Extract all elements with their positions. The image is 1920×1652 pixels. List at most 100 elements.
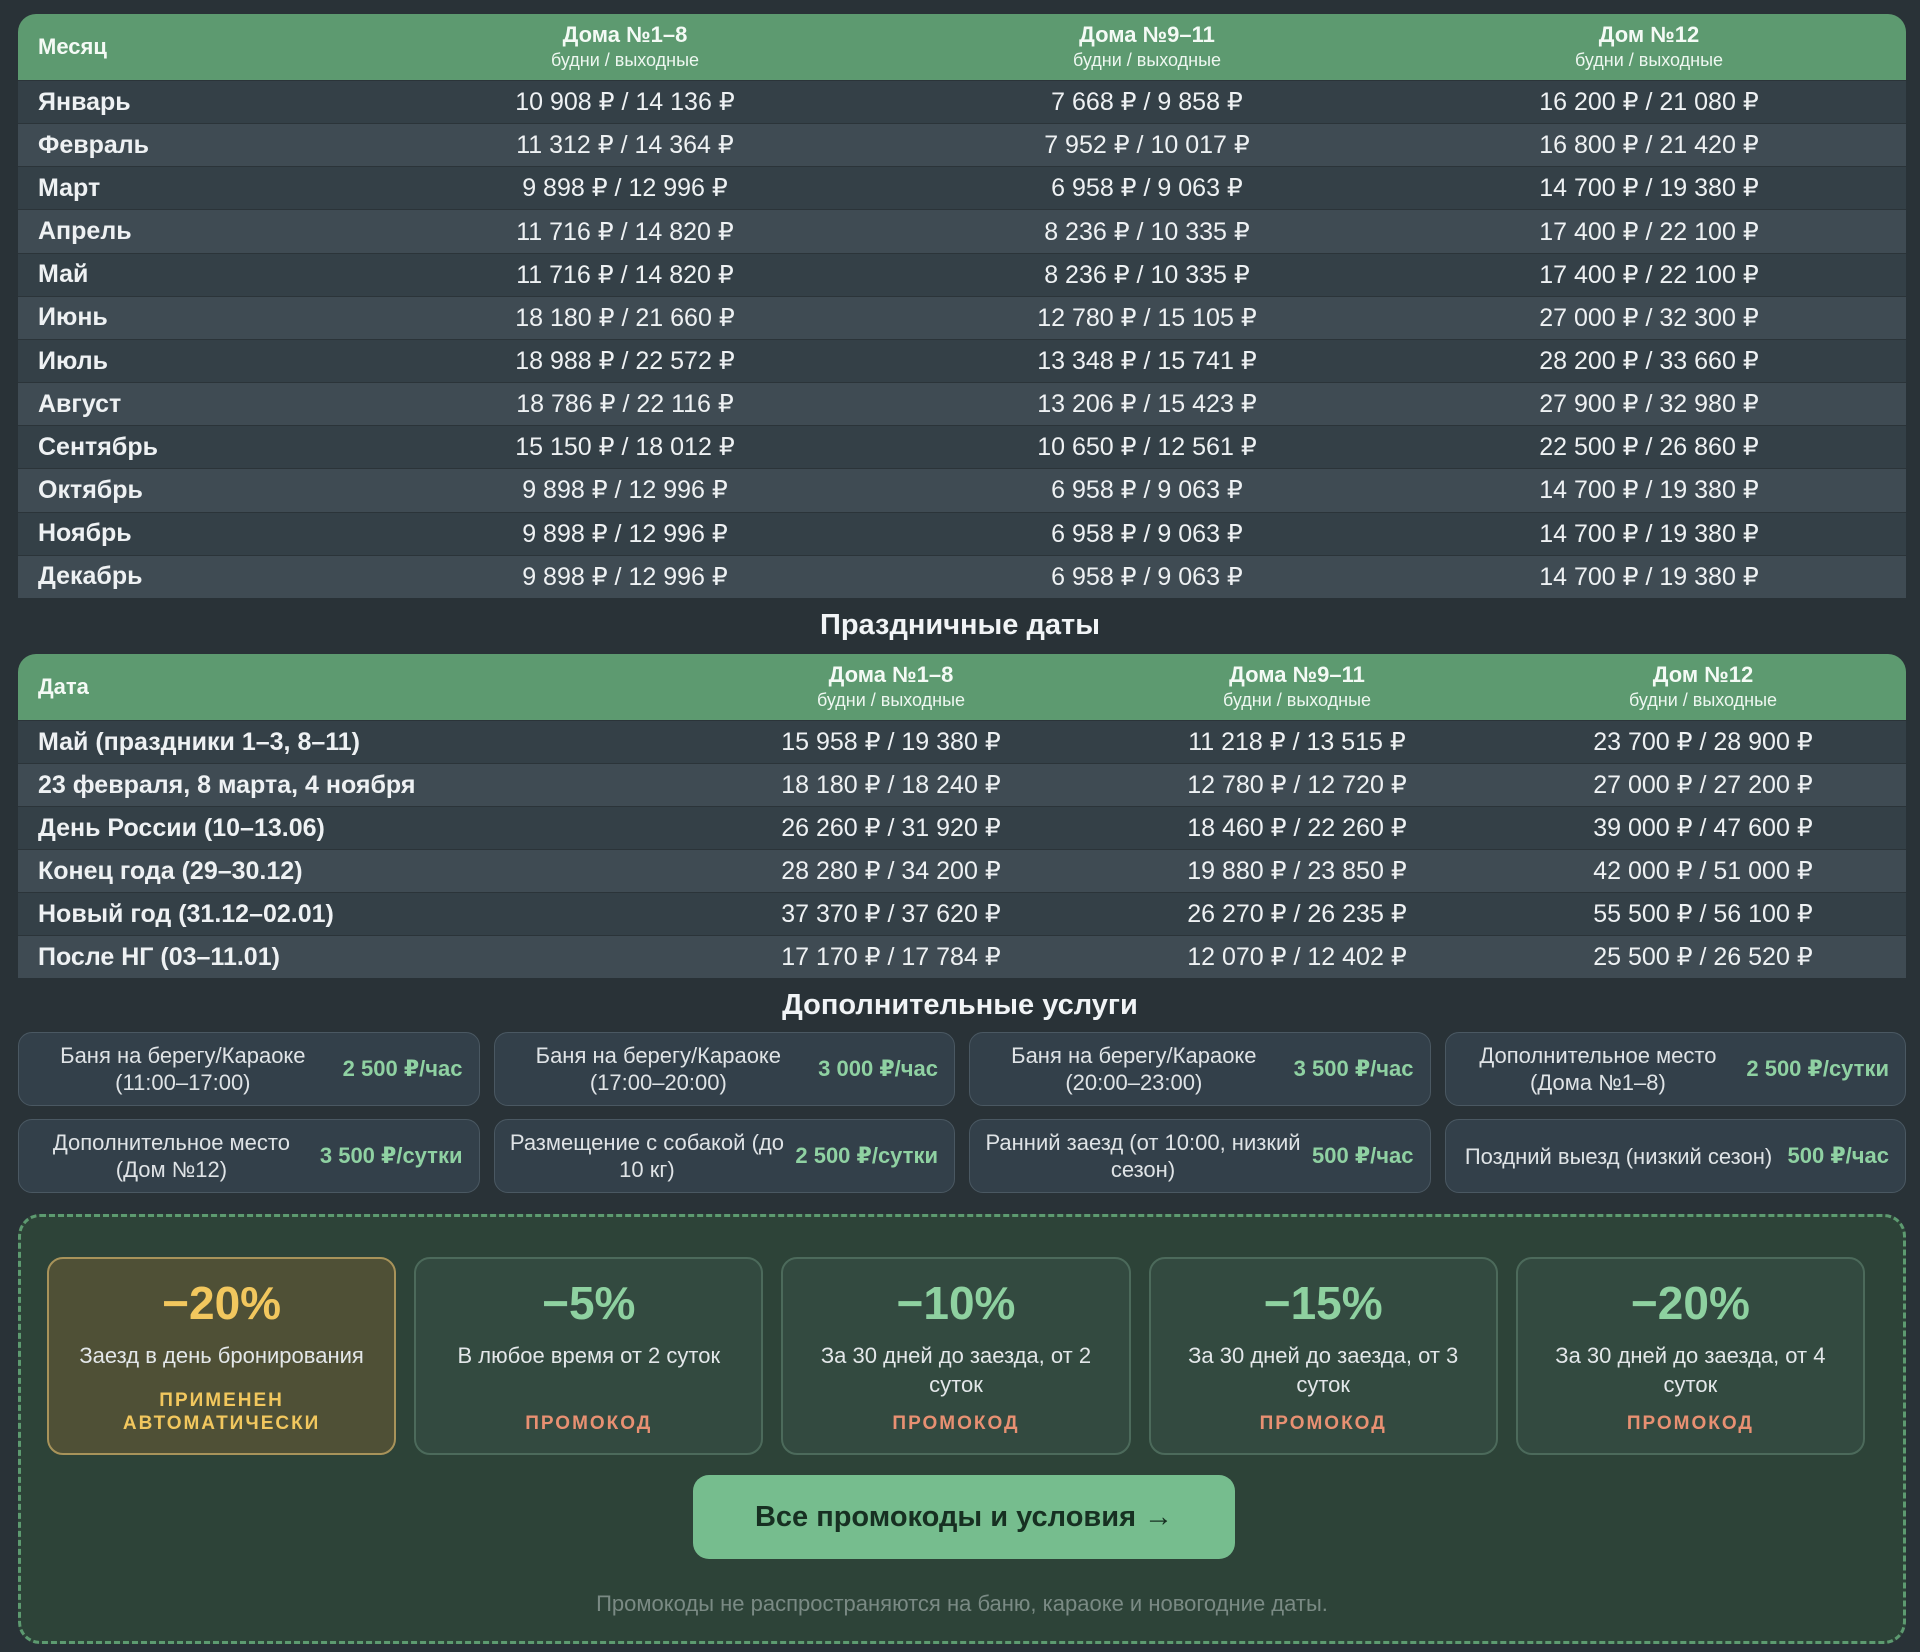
service-price: 3 500 ₽/сутки (319, 1143, 463, 1168)
price-cell: 19 880 ₽ / 23 850 ₽ (1094, 849, 1500, 893)
services-section-title: Дополнительные услуги (782, 989, 1138, 1021)
all-promocodes-button[interactable]: Все промокоды и условия → (693, 1475, 1235, 1559)
table-row: После НГ (03–11.01) 17 170 ₽ / 17 784 ₽12… (18, 935, 1906, 978)
price-cell: 15 958 ₽ / 19 380 ₽ (688, 720, 1094, 764)
price-cell: 15 150 ₽ / 18 012 ₽ (348, 425, 902, 469)
service-name: Баня на берегу/Караоке (11:00–17:00) (60, 1043, 306, 1095)
discount-percent: −20% (1630, 1277, 1750, 1329)
monthly-price-table: Месяц Дома №1–8 будни / выходные Дома №9… (18, 14, 1906, 598)
table-row: Май (праздники 1–3, 8–11) 15 958 ₽ / 19 3… (18, 720, 1906, 764)
col-header-houses-1-8: Дома №1–8 будни / выходные (688, 654, 1094, 721)
price-cell: 10 908 ₽ / 14 136 ₽ (348, 79, 902, 124)
pricing-page: Месяц Дома №1–8 будни / выходные Дома №9… (0, 0, 1920, 1652)
row-label: Октябрь (18, 468, 348, 513)
service-name: Размещение с собакой (до 10 кг) (509, 1130, 784, 1182)
service-name: Поздний выезд (низкий сезон) (1464, 1143, 1773, 1169)
service-card: Баня на берегу/Караоке (17:00–20:00) 3 00… (493, 1032, 955, 1106)
price-cell: 27 000 ₽ / 32 300 ₽ (1392, 295, 1906, 340)
service-price: 3 000 ₽/час (818, 1056, 938, 1081)
table-row: Август 18 786 ₽ / 22 116 ₽13 206 ₽ / 15 4… (18, 382, 1906, 426)
row-label: Февраль (18, 123, 348, 167)
discount-percent: −15% (1263, 1277, 1383, 1329)
price-cell: 17 170 ₽ / 17 784 ₽ (688, 935, 1094, 978)
col-header-houses-9-11: Дома №9–11 будни / выходные (902, 14, 1392, 81)
table-row: День России (10–13.06) 26 260 ₽ / 31 920 … (18, 806, 1906, 850)
promocode-label: ПРОМОКОД (1259, 1413, 1387, 1434)
service-name: Баня на берегу/Караоке (20:00–23:00) (1011, 1043, 1257, 1095)
price-cell: 14 700 ₽ / 19 380 ₽ (1392, 468, 1906, 513)
table-row: Январь 10 908 ₽ / 14 136 ₽7 668 ₽ / 9 858… (18, 79, 1906, 124)
table-row: Новый год (31.12–02.01) 37 370 ₽ / 37 620… (18, 892, 1906, 936)
table-row: Конец года (29–30.12) 28 280 ₽ / 34 200 ₽… (18, 849, 1906, 893)
table-header-row: Дата Дома №1–8 будни / выходные Дома №9–… (18, 654, 1906, 721)
discount-description: За 30 дней до заезда, от 2 суток (820, 1343, 1092, 1397)
price-cell: 9 898 ₽ / 12 996 ₽ (348, 554, 902, 598)
price-cell: 18 988 ₽ / 22 572 ₽ (348, 338, 902, 383)
row-label: Июнь (18, 295, 348, 340)
table-row: Март 9 898 ₽ / 12 996 ₽6 958 ₽ / 9 063 ₽1… (18, 166, 1906, 210)
price-cell: 23 700 ₽ / 28 900 ₽ (1500, 720, 1906, 764)
service-card: Баня на берегу/Караоке (20:00–23:00) 3 50… (969, 1032, 1431, 1106)
discount-description: За 30 дней до заезда, от 4 суток (1555, 1343, 1826, 1397)
price-cell: 11 716 ₽ / 14 820 ₽ (348, 209, 902, 254)
row-label: Декабрь (18, 554, 348, 598)
price-cell: 7 952 ₽ / 10 017 ₽ (902, 123, 1392, 167)
col-header-house-12: Дом №12 будни / выходные (1500, 654, 1906, 721)
price-cell: 6 958 ₽ / 9 063 ₽ (902, 166, 1392, 210)
price-cell: 6 958 ₽ / 9 063 ₽ (902, 554, 1392, 598)
row-label: Март (18, 166, 348, 210)
service-name: Дополнительное место (Дом №12) (52, 1130, 290, 1182)
promocode-label: ПРОМОКОД (892, 1413, 1020, 1434)
discount-cards: −20% Заезд в день бронирования ПРИМЕНЕН АВ… (47, 1257, 1865, 1455)
price-cell: 18 460 ₽ / 22 260 ₽ (1094, 806, 1500, 850)
discount-description: За 30 дней до заезда, от 3 суток (1188, 1343, 1459, 1397)
price-cell: 6 958 ₽ / 9 063 ₽ (902, 511, 1392, 556)
row-label: Ноябрь (18, 511, 348, 556)
discount-description: В любое время от 2 суток (457, 1343, 721, 1368)
col-header-date: Дата (18, 654, 688, 721)
row-label: 23 февраля, 8 марта, 4 ноября (18, 763, 688, 807)
price-cell: 11 218 ₽ / 13 515 ₽ (1094, 720, 1500, 764)
price-cell: 8 236 ₽ / 10 335 ₽ (902, 252, 1392, 297)
price-cell: 9 898 ₽ / 12 996 ₽ (348, 468, 902, 513)
row-label: Май (праздники 1–3, 8–11) (18, 720, 688, 764)
price-cell: 28 200 ₽ / 33 660 ₽ (1392, 338, 1906, 383)
price-cell: 11 716 ₽ / 14 820 ₽ (348, 252, 902, 297)
row-label: Июль (18, 338, 348, 383)
table-row: Ноябрь 9 898 ₽ / 12 996 ₽6 958 ₽ / 9 063 … (18, 511, 1906, 556)
promo-discount-card: −10% За 30 дней до заезда, от 2 суток ПРОМ… (781, 1257, 1131, 1455)
price-cell: 55 500 ₽ / 56 100 ₽ (1500, 892, 1906, 936)
col-header-houses-9-11: Дома №9–11 будни / выходные (1094, 654, 1500, 721)
service-card: Дополнительное место (Дома №1–8) 2 500 ₽/… (1444, 1032, 1906, 1106)
row-label: Январь (18, 79, 348, 124)
table-row: Февраль 11 312 ₽ / 14 364 ₽7 952 ₽ / 10 0… (18, 123, 1906, 167)
promo-discount-card: −20% За 30 дней до заезда, от 4 суток ПРОМ… (1515, 1257, 1865, 1455)
discount-percent: −20% (162, 1277, 282, 1329)
service-name: Баня на берегу/Караоке (17:00–20:00) (535, 1043, 782, 1095)
services-grid: Баня на берегу/Караоке (11:00–17:00) 2 50… (18, 1032, 1906, 1193)
promocode-label: ПРОМОКОД (1626, 1413, 1754, 1434)
holiday-section-title: Праздничные даты (819, 609, 1101, 641)
price-cell: 28 280 ₽ / 34 200 ₽ (688, 849, 1094, 893)
row-label: День России (10–13.06) (18, 806, 688, 850)
table-row: Сентябрь 15 150 ₽ / 18 012 ₽10 650 ₽ / 12… (18, 425, 1906, 469)
price-cell: 14 700 ₽ / 19 380 ₽ (1392, 511, 1906, 556)
col-header-month: Месяц (18, 14, 348, 81)
service-card: Дополнительное место (Дом №12) 3 500 ₽/су… (18, 1119, 480, 1193)
service-card: Поздний выезд (низкий сезон) 500 ₽/час (1444, 1119, 1906, 1193)
table-row: Июнь 18 180 ₽ / 21 660 ₽12 780 ₽ / 15 105… (18, 295, 1906, 340)
promo-discount-card: −5% В любое время от 2 суток ПРОМОКОД (414, 1257, 764, 1455)
service-card: Размещение с собакой (до 10 кг) 2 500 ₽/с… (493, 1119, 955, 1193)
price-cell: 22 500 ₽ / 26 860 ₽ (1392, 425, 1906, 469)
price-cell: 12 780 ₽ / 12 720 ₽ (1094, 763, 1500, 807)
price-cell: 11 312 ₽ / 14 364 ₽ (348, 123, 902, 167)
price-cell: 12 070 ₽ / 12 402 ₽ (1094, 935, 1500, 978)
row-label: Апрель (18, 209, 348, 254)
price-cell: 13 206 ₽ / 15 423 ₽ (902, 382, 1392, 426)
price-cell: 7 668 ₽ / 9 858 ₽ (902, 79, 1392, 124)
row-label: Конец года (29–30.12) (18, 849, 688, 893)
price-cell: 13 348 ₽ / 15 741 ₽ (902, 338, 1392, 383)
price-cell: 17 400 ₽ / 22 100 ₽ (1392, 209, 1906, 254)
price-cell: 12 780 ₽ / 15 105 ₽ (902, 295, 1392, 340)
price-cell: 14 700 ₽ / 19 380 ₽ (1392, 166, 1906, 210)
